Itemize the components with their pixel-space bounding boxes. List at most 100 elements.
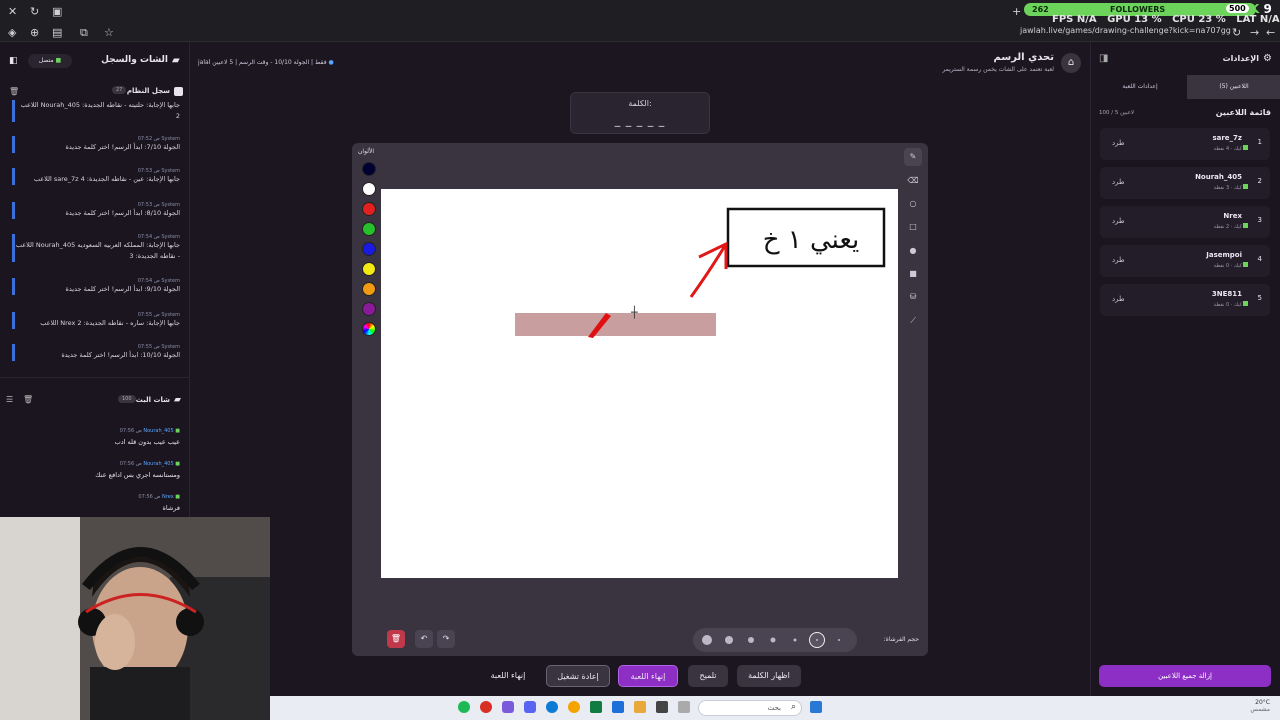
color-swatch[interactable]	[362, 242, 376, 256]
forward-icon[interactable]: ←	[1266, 27, 1275, 38]
discord-icon[interactable]	[524, 701, 536, 713]
brush-size-label: حجم الفرشاة:	[883, 636, 919, 643]
color-swatch[interactable]	[362, 262, 376, 276]
fps-stat: FPS N/A	[1052, 14, 1097, 25]
undo-icon[interactable]: ↶	[415, 630, 433, 648]
followers-goal: 500	[1226, 4, 1249, 13]
end-game-button[interactable]: إنهاء اللعبة	[480, 665, 536, 687]
refresh-icon[interactable]: ↻	[1232, 27, 1241, 38]
restart-button[interactable]: إعادة تشغيل	[546, 665, 610, 687]
player-rank: 3	[1257, 216, 1262, 224]
kick-player-button[interactable]: طرد	[1112, 217, 1125, 225]
color-swatch[interactable]	[362, 302, 376, 316]
tab-players[interactable]: اللاعبين (5)	[1187, 75, 1280, 99]
edge-icon[interactable]	[546, 701, 558, 713]
log-entry-text: الجولة 10/10: ابدأ الرسم! اختر كلمة جديد…	[61, 351, 180, 359]
filter-icon[interactable]: ☰	[6, 395, 13, 404]
collapse-icon[interactable]: ◧	[9, 56, 18, 66]
kick-badge-icon: ■	[173, 428, 180, 434]
players-count: 5 لاعبين	[212, 59, 234, 66]
show-word-button[interactable]: اظهار الكلمة	[737, 665, 801, 687]
color-swatch[interactable]	[362, 162, 376, 176]
app-icon-red[interactable]	[480, 701, 492, 713]
kick-badge-icon: ■	[173, 461, 180, 467]
window-icon[interactable]: ▣	[52, 6, 62, 17]
chat-count: 100	[118, 395, 136, 403]
players-capacity: 100 / 5 لاعبين	[1099, 110, 1135, 116]
chat-username[interactable]: Nourah_405	[143, 428, 173, 434]
pencil-tool-icon[interactable]: ✎	[904, 148, 922, 166]
tab-game-settings[interactable]: إعدادات اللعبة	[1093, 75, 1187, 99]
kick-logo-badge: K 9	[1250, 2, 1272, 16]
brush-size-xs[interactable]	[787, 632, 803, 648]
color-swatch[interactable]	[362, 202, 376, 216]
hint-button[interactable]: تلميح	[688, 665, 728, 687]
fill-rect-tool-icon[interactable]: ■	[904, 265, 922, 283]
close-icon[interactable]: ✕	[8, 6, 17, 17]
gear-icon: ⚙	[1263, 53, 1272, 64]
taskbar-search[interactable]: بحث ⌕	[698, 700, 802, 716]
home-icon[interactable]: ⌂	[1061, 53, 1081, 73]
collapse-right-icon[interactable]: ◨	[1099, 53, 1108, 64]
rectangle-tool-icon[interactable]: □	[904, 218, 922, 236]
chat-message: 07:56 ص Nrex ■ فرشاة	[10, 494, 180, 512]
windows-start-icon[interactable]	[810, 701, 822, 713]
log-entry: 07:53 ص System الجولة 8/10: ابدأ الرسم! ا…	[12, 202, 182, 219]
app-icon-dark[interactable]	[656, 701, 668, 713]
log-entry: 07:54 ص System الجولة 9/10: ابدأ الرسم! ا…	[12, 278, 182, 295]
brush-size-xxs[interactable]	[831, 632, 847, 648]
chat-username[interactable]: Nourah_405	[143, 461, 173, 467]
brush-size-l[interactable]	[721, 632, 737, 648]
log-entry-text: الجولة 9/10: ابدأ الرسم! اختر كلمة جديدة	[65, 285, 180, 293]
bookmark-star-icon[interactable]: ☆	[104, 27, 114, 38]
extension-icon[interactable]: ⊕	[30, 27, 39, 38]
chat-username[interactable]: Nrex	[162, 494, 174, 500]
sidebar-icon[interactable]: ▤	[52, 27, 62, 38]
url-bar[interactable]: jawlah.live/games/drawing-challenge?kick…	[1020, 26, 1231, 35]
remove-all-players-button[interactable]: إزالة جميع اللاعبين	[1099, 665, 1271, 687]
color-swatch[interactable]	[362, 282, 376, 296]
player-score: كيك · 2 نقطة	[1213, 224, 1242, 230]
log-entry-text: الجولة 8/10: ابدأ الرسم! اختر كلمة جديدة	[65, 209, 180, 217]
kick-player-button[interactable]: طرد	[1112, 256, 1125, 264]
excel-icon[interactable]	[590, 701, 602, 713]
trash-icon[interactable]: 🗑	[9, 87, 19, 96]
clear-canvas-icon[interactable]: 🗑	[387, 630, 405, 648]
app-icon-purple[interactable]	[502, 701, 514, 713]
folder-icon[interactable]	[634, 701, 646, 713]
circle-tool-icon[interactable]: ○	[904, 195, 922, 213]
drawing-canvas[interactable]: يعني ١ خ ┼	[381, 189, 898, 578]
brush-size-m[interactable]	[743, 632, 759, 648]
kick-player-button[interactable]: طرد	[1112, 178, 1125, 186]
brush-size-xl[interactable]	[699, 632, 715, 648]
clear-chat-icon[interactable]: 🗑	[23, 395, 33, 404]
kick-player-button[interactable]: طرد	[1112, 139, 1125, 147]
custom-color-picker-icon[interactable]	[362, 322, 376, 336]
system-log-list[interactable]: اللاعب Nourah_405 جابها الإجابة: حلتيته …	[0, 100, 190, 378]
brush-size-s[interactable]	[765, 632, 781, 648]
color-swatch[interactable]	[362, 222, 376, 236]
end-game-primary-button[interactable]: إنهاء اللعبة	[618, 665, 678, 687]
perf-stats: FPS N/A GPU 13 % CPU 23 % LAT N/A	[1052, 14, 1280, 25]
player-score: كيك · 0 نقطة	[1213, 263, 1242, 269]
app-icon-gray[interactable]	[678, 701, 690, 713]
bucket-tool-icon[interactable]: ⛁	[904, 288, 922, 306]
back-icon[interactable]: →	[1250, 27, 1259, 38]
shield-icon[interactable]: ◈	[8, 27, 16, 38]
line-tool-icon[interactable]: ⟋	[904, 312, 922, 330]
spotify-icon[interactable]	[458, 701, 470, 713]
new-tab-icon[interactable]: +	[1012, 6, 1021, 17]
screenshot-icon[interactable]: ⧉	[80, 27, 88, 38]
calendar-icon[interactable]	[612, 701, 624, 713]
log-icon	[174, 87, 183, 96]
color-swatch[interactable]	[362, 182, 376, 196]
kick-player-button[interactable]: طرد	[1112, 295, 1125, 303]
reload-icon[interactable]: ↻	[30, 6, 39, 17]
weather-widget[interactable]: 20°C مشمس	[1230, 699, 1270, 713]
chrome-icon[interactable]	[568, 701, 580, 713]
chat-message-meta: 07:56 ص Nourah_405 ■	[10, 428, 180, 434]
eraser-tool-icon[interactable]: ⌫	[904, 172, 922, 190]
brush-size-selected[interactable]	[809, 632, 825, 648]
fill-circle-tool-icon[interactable]: ●	[904, 242, 922, 260]
redo-icon[interactable]: ↷	[437, 630, 455, 648]
